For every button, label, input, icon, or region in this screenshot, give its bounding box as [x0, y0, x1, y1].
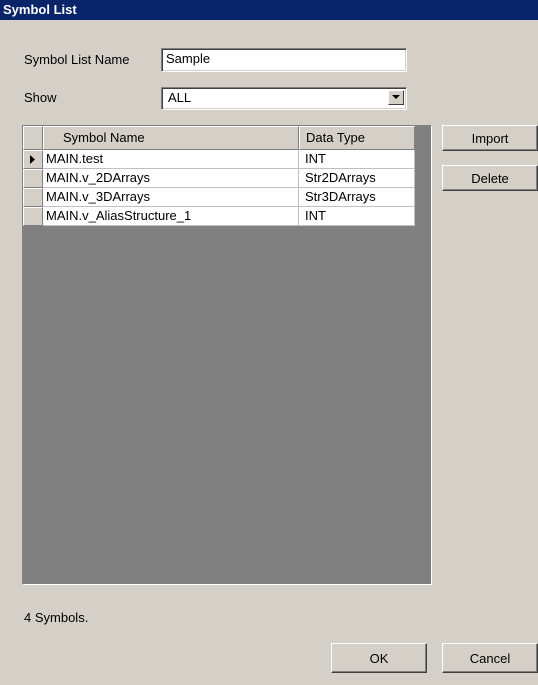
show-label: Show [24, 90, 57, 105]
row-selector[interactable] [23, 150, 43, 169]
row-selector[interactable] [23, 188, 43, 207]
dropdown-button[interactable] [388, 90, 404, 105]
symbol-name-cell[interactable]: MAIN.v_AliasStructure_1 [43, 207, 299, 226]
right-triangle-icon [30, 155, 35, 164]
cancel-button[interactable]: Cancel [442, 643, 538, 673]
show-dropdown[interactable]: ALL [161, 87, 407, 110]
ok-button[interactable]: OK [331, 643, 427, 673]
chevron-down-icon [392, 95, 400, 99]
delete-button[interactable]: Delete [442, 165, 538, 191]
row-selector[interactable] [23, 169, 43, 188]
symbol-grid[interactable]: Symbol Name Data Type MAIN.test INT MAIN.v… [22, 125, 432, 585]
data-type-cell[interactable]: Str3DArrays [299, 188, 415, 207]
grid-corner-header [23, 126, 43, 150]
symbol-name-cell[interactable]: MAIN.v_3DArrays [43, 188, 299, 207]
data-type-cell[interactable]: INT [299, 150, 415, 169]
symbol-list-name-label: Symbol List Name [24, 52, 130, 67]
column-header-data-type[interactable]: Data Type [299, 126, 415, 150]
row-selector[interactable] [23, 207, 43, 226]
window-title: Symbol List [0, 0, 538, 20]
column-header-symbol-name[interactable]: Symbol Name [43, 126, 299, 150]
symbol-name-cell[interactable]: MAIN.test [43, 150, 299, 169]
data-type-cell[interactable]: Str2DArrays [299, 169, 415, 188]
show-dropdown-value: ALL [168, 90, 192, 105]
symbol-name-cell[interactable]: MAIN.v_2DArrays [43, 169, 299, 188]
symbol-count-status: 4 Symbols. [24, 610, 89, 625]
data-type-cell[interactable]: INT [299, 207, 415, 226]
import-button[interactable]: Import [442, 125, 538, 151]
symbol-list-name-field[interactable]: Sample [161, 48, 407, 72]
